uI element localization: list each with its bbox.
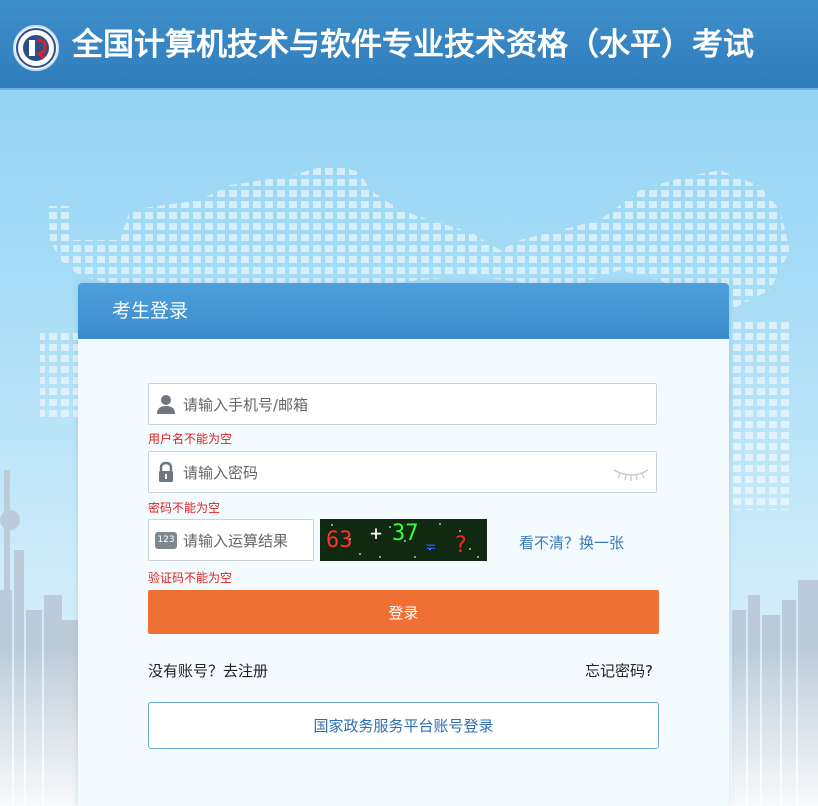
captcha-char-5: ? [454, 533, 467, 558]
forgot-password-link[interactable]: 忘记密码? [585, 660, 653, 681]
logo-emblem [13, 25, 59, 71]
register-link[interactable]: 没有账号？去注册 [148, 660, 268, 681]
captcha-badge: 123 [155, 532, 177, 549]
captcha-input[interactable] [181, 520, 305, 562]
password-field[interactable] [148, 451, 657, 494]
login-button[interactable]: 登录 [148, 590, 659, 634]
captcha-char-1: 63 [326, 528, 353, 553]
username-error: 用户名不能为空 [148, 432, 233, 446]
gov-platform-login-button[interactable]: 国家政务服务平台账号登录 [148, 702, 659, 749]
captcha-error: 验证码不能为空 [148, 571, 233, 585]
user-icon [157, 395, 175, 414]
username-field[interactable] [148, 383, 657, 426]
password-error: 密码不能为空 [148, 501, 221, 515]
page-title: 全国计算机技术与软件专业技术资格（水平）考试 [72, 27, 754, 63]
eye-closed-icon[interactable] [612, 465, 650, 481]
password-input[interactable] [181, 452, 585, 494]
lock-icon [159, 461, 173, 482]
login-card-header: 考生登录 [78, 283, 729, 339]
captcha-field[interactable]: 123 [148, 519, 314, 562]
captcha-char-3: 37 [392, 521, 419, 546]
login-title: 考生登录 [112, 300, 189, 322]
captcha-char-2: + [370, 521, 382, 545]
login-card: 考生登录 用户名不能为空 密码不能为空 123 [78, 283, 729, 806]
captcha-image[interactable]: 63 + 37 = ? [320, 519, 487, 561]
username-input[interactable] [181, 384, 585, 426]
header-bar: 全国计算机技术与软件专业技术资格（水平）考试 [0, 0, 818, 90]
captcha-refresh-link[interactable]: 看不清？换一张 [519, 532, 624, 553]
captcha-char-4: = [426, 537, 436, 556]
